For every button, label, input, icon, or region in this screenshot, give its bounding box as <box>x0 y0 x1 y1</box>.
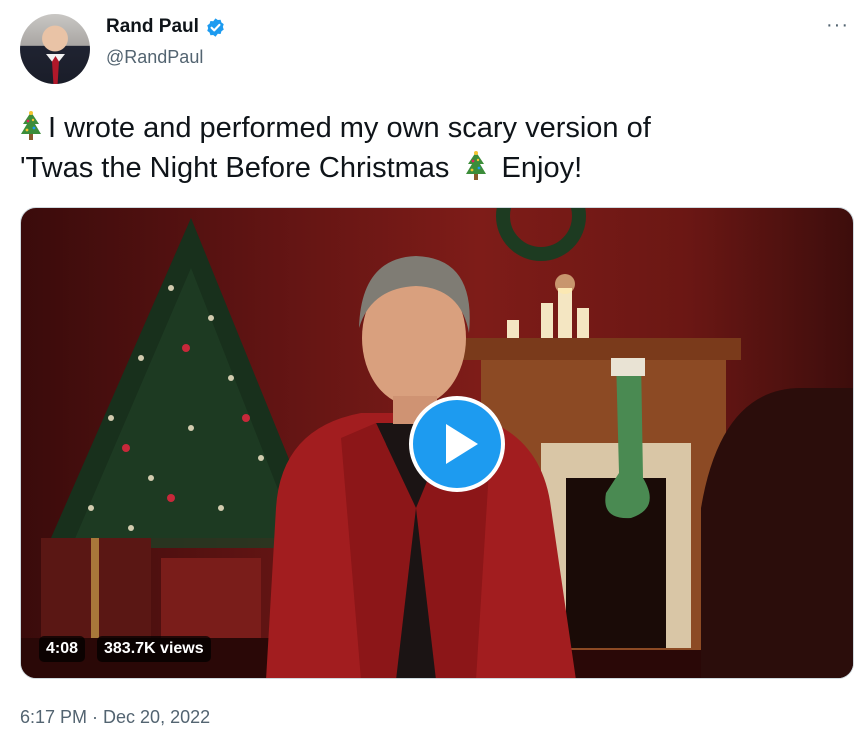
author-display-name[interactable]: Rand Paul <box>106 16 199 38</box>
christmas-tree-emoji-icon <box>465 151 487 181</box>
tweet-text-line-1: I wrote and performed my own scary versi… <box>48 112 651 144</box>
tweet-text-line-2a: 'Twas the Night Before Christmas <box>20 152 450 184</box>
author-handle[interactable]: @RandPaul <box>106 47 203 68</box>
play-button[interactable] <box>409 396 505 492</box>
thumbnail-wreath <box>496 208 586 261</box>
video-player[interactable]: 4:08 383.7K views <box>20 207 854 679</box>
tweet-timestamp[interactable]: 6:17 PM · Dec 20, 2022 <box>20 707 210 728</box>
avatar-tie <box>52 56 59 84</box>
author-name-row: Rand Paul <box>106 16 226 38</box>
avatar[interactable] <box>20 14 90 84</box>
video-duration: 4:08 <box>39 636 86 662</box>
christmas-tree-emoji-icon <box>20 111 42 141</box>
tweet-line-1: I wrote and performed my own scary versi… <box>20 108 840 148</box>
play-icon <box>446 424 478 464</box>
tweet-line-2: 'Twas the Night Before Christmas Enjoy! <box>20 148 840 188</box>
more-options-icon[interactable]: ··· <box>826 14 849 37</box>
verified-badge-icon[interactable] <box>205 17 226 38</box>
tweet-text-line-2b: Enjoy! <box>501 152 583 184</box>
video-views: 383.7K views <box>97 636 211 662</box>
tweet-text: I wrote and performed my own scary versi… <box>20 108 840 188</box>
